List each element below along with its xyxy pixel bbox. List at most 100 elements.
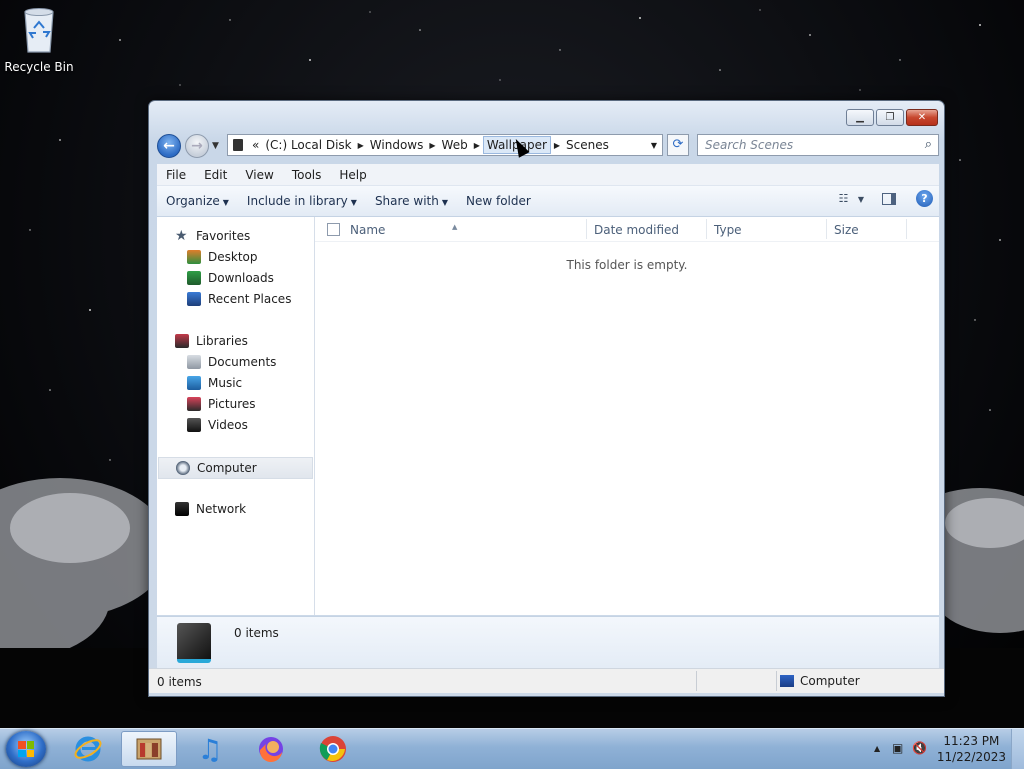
- clock-time: 11:23 PM: [943, 734, 1000, 748]
- clock[interactable]: 11:23 PM 11/22/2023: [937, 733, 1006, 765]
- breadcrumb-separator-icon[interactable]: ▶: [471, 141, 483, 150]
- nav-label: Network: [196, 502, 247, 516]
- videos-icon: [187, 418, 201, 432]
- favorites-star-icon: ★: [175, 228, 188, 244]
- column-size[interactable]: Size: [834, 223, 859, 237]
- minimize-button[interactable]: ▁: [846, 109, 874, 126]
- taskbar-itunes[interactable]: ♫: [182, 731, 238, 767]
- nav-videos[interactable]: Videos: [187, 415, 248, 435]
- show-desktop-button[interactable]: [1011, 729, 1024, 769]
- column-date-modified[interactable]: Date modified: [594, 223, 679, 237]
- nav-recent-places[interactable]: Recent Places: [187, 289, 291, 309]
- nav-libraries[interactable]: Libraries: [175, 331, 248, 351]
- nav-desktop[interactable]: Desktop: [187, 247, 258, 267]
- breadcrumb-separator-icon[interactable]: ▶: [551, 141, 563, 150]
- preview-pane-icon[interactable]: [882, 192, 896, 205]
- dropdown-arrow-icon: ▼: [350, 198, 357, 207]
- column-divider[interactable]: [706, 219, 707, 239]
- nav-music[interactable]: Music: [187, 373, 242, 393]
- nav-downloads[interactable]: Downloads: [187, 268, 274, 288]
- address-dropdown-icon[interactable]: ▼: [646, 141, 662, 150]
- details-item-count: 0 items: [234, 626, 279, 640]
- menu-edit[interactable]: Edit: [195, 168, 236, 182]
- show-hidden-icons-icon[interactable]: ▲: [874, 744, 880, 753]
- column-divider[interactable]: [586, 219, 587, 239]
- forward-arrow-icon: →: [191, 138, 203, 154]
- menu-help[interactable]: Help: [330, 168, 375, 182]
- libraries-icon: [175, 334, 189, 348]
- forward-button[interactable]: →: [185, 134, 209, 158]
- file-list[interactable]: ▲ Name Date modified Type Size This fold…: [315, 217, 939, 615]
- network-status-icon[interactable]: ▣: [892, 741, 903, 755]
- start-button[interactable]: [6, 731, 46, 767]
- column-name[interactable]: Name: [350, 223, 385, 237]
- windows-explorer-icon: [136, 738, 162, 760]
- status-item-count: 0 items: [157, 675, 202, 689]
- nav-label: Videos: [208, 418, 248, 432]
- menu-tools[interactable]: Tools: [283, 168, 331, 182]
- refresh-button[interactable]: ⟳: [667, 134, 689, 156]
- column-type[interactable]: Type: [714, 223, 742, 237]
- recycle-bin-icon: [24, 8, 54, 53]
- desktop-icon: [187, 250, 201, 264]
- volume-muted-icon[interactable]: 🔇: [912, 741, 927, 755]
- minimize-icon: ▁: [856, 112, 864, 123]
- music-note-icon: ♫: [197, 732, 223, 766]
- select-all-checkbox[interactable]: [327, 223, 340, 236]
- clock-date: 11/22/2023: [936, 750, 1006, 764]
- nav-computer[interactable]: Computer: [158, 457, 313, 479]
- column-divider[interactable]: [906, 219, 907, 239]
- restore-icon: ❐: [885, 112, 895, 123]
- breadcrumb-separator-icon[interactable]: ▶: [355, 141, 367, 150]
- empty-folder-message: This folder is empty.: [566, 258, 688, 272]
- desktop-icon-recycle-bin[interactable]: Recycle Bin: [4, 6, 74, 74]
- desktop-icon-label: Recycle Bin: [4, 60, 74, 74]
- breadcrumb-local-disk[interactable]: (C:) Local Disk: [262, 138, 354, 152]
- nav-network[interactable]: Network: [175, 499, 246, 519]
- breadcrumb-web[interactable]: Web: [439, 138, 471, 152]
- view-controls: ☷ ▼ ?: [838, 190, 933, 207]
- taskbar-internet-explorer[interactable]: [60, 731, 116, 767]
- column-divider[interactable]: [826, 219, 827, 239]
- maximize-button[interactable]: ❐: [876, 109, 904, 126]
- help-icon[interactable]: ?: [916, 190, 933, 207]
- computer-icon: [780, 675, 794, 687]
- nav-label: Documents: [208, 355, 277, 369]
- breadcrumb-separator-icon[interactable]: ▶: [426, 141, 438, 150]
- close-button[interactable]: ✕: [906, 109, 938, 126]
- search-icon[interactable]: ⌕: [925, 137, 932, 152]
- nav-favorites[interactable]: ★ Favorites: [175, 226, 250, 246]
- search-input[interactable]: Search Scenes ⌕: [697, 134, 939, 156]
- menu-view[interactable]: View: [236, 168, 282, 182]
- share-with-label: Share with: [374, 194, 439, 208]
- taskbar-firefox[interactable]: [243, 731, 299, 767]
- status-location: Computer: [780, 674, 860, 688]
- nav-pictures[interactable]: Pictures: [187, 394, 256, 414]
- include-in-library-label: Include in library: [246, 194, 348, 208]
- include-in-library-button[interactable]: Include in library ▼: [238, 194, 366, 208]
- folder-thumbnail-icon: [177, 623, 211, 663]
- nav-documents[interactable]: Documents: [187, 352, 276, 372]
- address-overflow-chevron[interactable]: «: [249, 138, 262, 152]
- breadcrumb-scenes[interactable]: Scenes: [563, 138, 612, 152]
- documents-icon: [187, 355, 201, 369]
- taskbar-chrome[interactable]: [305, 731, 361, 767]
- nav-label: Libraries: [196, 334, 248, 348]
- status-location-label: Computer: [800, 674, 860, 688]
- back-button[interactable]: ←: [157, 134, 181, 158]
- organize-label: Organize: [166, 194, 220, 208]
- recent-pages-dropdown-icon[interactable]: ▼: [212, 141, 219, 151]
- breadcrumb-windows[interactable]: Windows: [367, 138, 427, 152]
- search-placeholder: Search Scenes: [705, 138, 794, 152]
- music-icon: [187, 376, 201, 390]
- nav-label: Computer: [197, 461, 257, 475]
- chrome-icon: [319, 736, 346, 762]
- address-bar[interactable]: « (C:) Local Disk ▶ Windows ▶ Web ▶ Wall…: [227, 134, 663, 156]
- menu-bar: File Edit View Tools Help: [157, 164, 939, 186]
- organize-button[interactable]: Organize ▼: [157, 194, 238, 208]
- menu-file[interactable]: File: [157, 168, 195, 182]
- taskbar-windows-explorer[interactable]: [121, 731, 177, 767]
- change-view-button[interactable]: ☷ ▼: [838, 192, 864, 205]
- new-folder-button[interactable]: New folder: [457, 194, 540, 208]
- share-with-button[interactable]: Share with ▼: [366, 194, 457, 208]
